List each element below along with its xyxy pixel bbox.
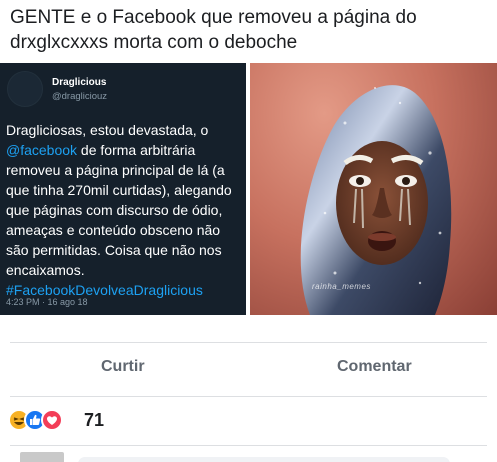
post-text: GENTE e o Facebook que removeu a página … [10,7,417,53]
tweet-author-handle: @dragliciouz [52,91,108,102]
like-button[interactable]: Curtir [101,358,145,376]
tweet-body-text: Dragliciosas, estou devastada, o [6,122,209,138]
tweet-hashtag: #FacebookDevolveaDraglicious [6,282,203,298]
heart-icon [46,416,58,425]
comment-input[interactable] [78,457,450,462]
comment-row [0,449,497,462]
drag-queen-photo[interactable]: rainha_memes [250,63,497,315]
commenter-avatar [20,452,64,462]
divider-middle [10,396,487,397]
divider-bottom [10,445,487,446]
tweet-body: Dragliciosas, estou devastada, o @facebo… [6,120,242,300]
photo-watermark: rainha_memes [312,282,371,291]
love-icon [41,409,63,431]
tweet-author-name: Draglicious [52,77,107,88]
tweet-body-text-rest: de forma arbitrária removeu a página pri… [6,142,232,278]
reaction-count: 71 [84,410,105,430]
reactions-summary[interactable]: 71 [8,409,148,431]
tweet-timestamp: 4:23 PM · 16 ago 18 [6,297,88,307]
divider-top [10,342,487,343]
tweet-mention: @facebook [6,142,78,158]
tweet-avatar [7,71,43,107]
tweet-screenshot-image[interactable]: Draglicious @dragliciouz Dragliciosas, e… [0,63,246,315]
comment-button[interactable]: Comentar [337,358,412,376]
drag-queen-illustration [300,85,452,315]
